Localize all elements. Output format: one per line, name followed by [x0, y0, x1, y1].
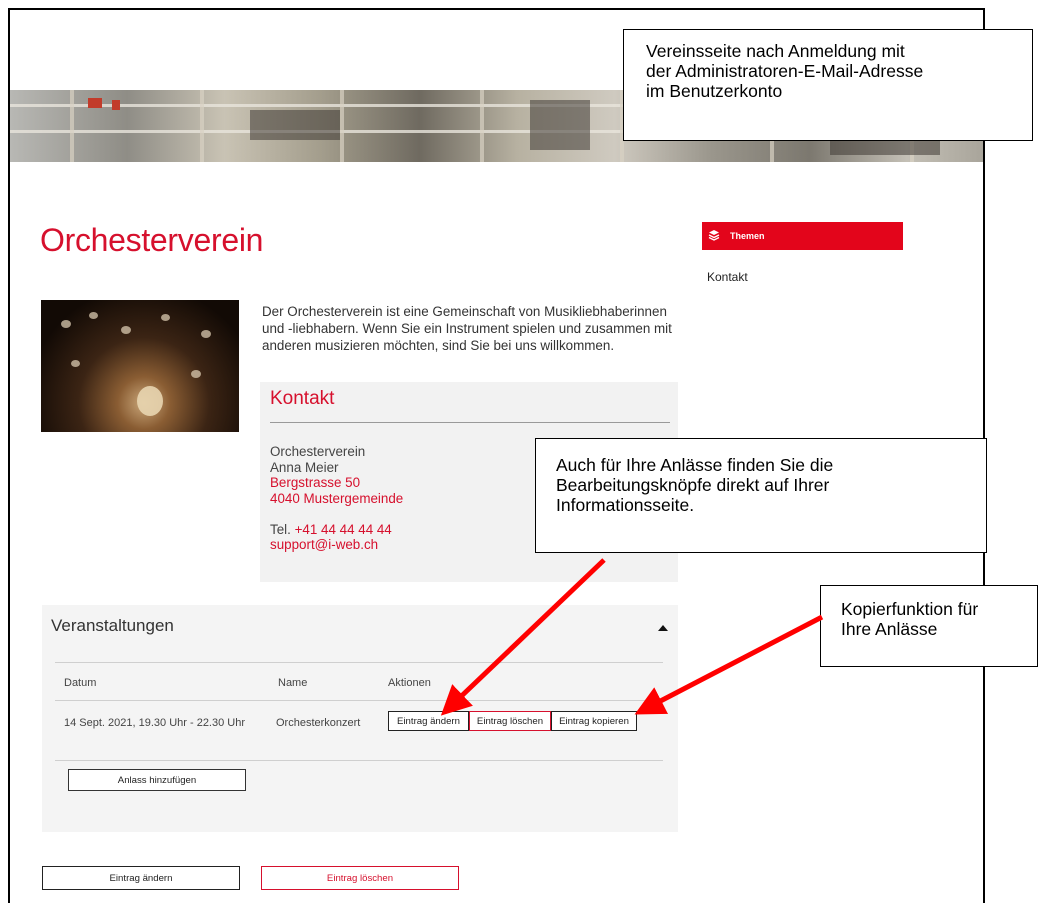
- event-name-link[interactable]: Orchesterkonzert: [276, 717, 360, 729]
- annotation-right-callout: Kopierfunktion für Ihre Anlässe: [820, 585, 1038, 667]
- contact-city-link[interactable]: 4040 Mustergemeinde: [270, 491, 403, 507]
- table-bottom-divider: [55, 760, 663, 761]
- contact-person: Anna Meier: [270, 459, 339, 475]
- row-copy-button[interactable]: Eintrag kopieren: [551, 711, 637, 731]
- intro-text: Der Orchesterverein ist eine Gemeinschaf…: [262, 304, 672, 353]
- phone-label: Tel.: [270, 521, 291, 537]
- column-header-name: Name: [278, 677, 308, 689]
- column-header-aktionen: Aktionen: [388, 677, 431, 689]
- edit-entry-button[interactable]: Eintrag ändern: [42, 866, 240, 890]
- email-link[interactable]: support@i-web.ch: [270, 537, 403, 553]
- contact-divider: [270, 422, 670, 423]
- column-header-datum: Datum: [64, 677, 97, 689]
- sidebar-item-kontakt[interactable]: Kontakt: [707, 270, 748, 284]
- annotation-top-callout: Vereinsseite nach Anmeldung mit der Admi…: [623, 29, 1033, 141]
- row-delete-button[interactable]: Eintrag löschen: [469, 711, 551, 731]
- contact-street-link[interactable]: Bergstrasse 50: [270, 475, 403, 491]
- add-event-button[interactable]: Anlass hinzufügen: [68, 769, 246, 791]
- sidebar-header-label: Themen: [730, 231, 765, 241]
- contact-heading: Kontakt: [270, 388, 335, 409]
- phone-link[interactable]: +41 44 44 44 44: [295, 522, 392, 537]
- layers-icon: [708, 230, 720, 241]
- event-date: 14 Sept. 2021, 19.30 Uhr - 22.30 Uhr: [64, 717, 246, 729]
- contact-phone-line: Tel. +41 44 44 44 44: [270, 522, 403, 538]
- row-edit-button[interactable]: Eintrag ändern: [388, 711, 469, 731]
- sidebar-themen-header[interactable]: Themen: [702, 222, 903, 250]
- page-title: Orchesterverein: [40, 222, 264, 258]
- events-panel: Veranstaltungen Datum Name Aktionen 14 S…: [42, 605, 678, 832]
- events-title: Veranstaltungen: [51, 616, 174, 635]
- contact-organisation: Orchesterverein: [270, 444, 366, 459]
- annotation-middle-text: Auch für Ihre Anlässe finden Sie die Bea…: [556, 455, 834, 515]
- annotation-top-text: Vereinsseite nach Anmeldung mit der Admi…: [646, 41, 924, 101]
- collapse-arrow-icon[interactable]: [658, 625, 668, 631]
- table-top-divider: [55, 662, 663, 663]
- header-divider: [55, 700, 663, 701]
- annotation-right-text: Kopierfunktion für Ihre Anlässe: [841, 599, 979, 639]
- annotation-middle-callout: Auch für Ihre Anlässe finden Sie die Bea…: [535, 438, 987, 553]
- contact-details: Orchesterverein Anna Meier Bergstrasse 5…: [270, 444, 403, 553]
- orchestra-photo: [41, 300, 239, 432]
- delete-entry-button[interactable]: Eintrag löschen: [261, 866, 459, 890]
